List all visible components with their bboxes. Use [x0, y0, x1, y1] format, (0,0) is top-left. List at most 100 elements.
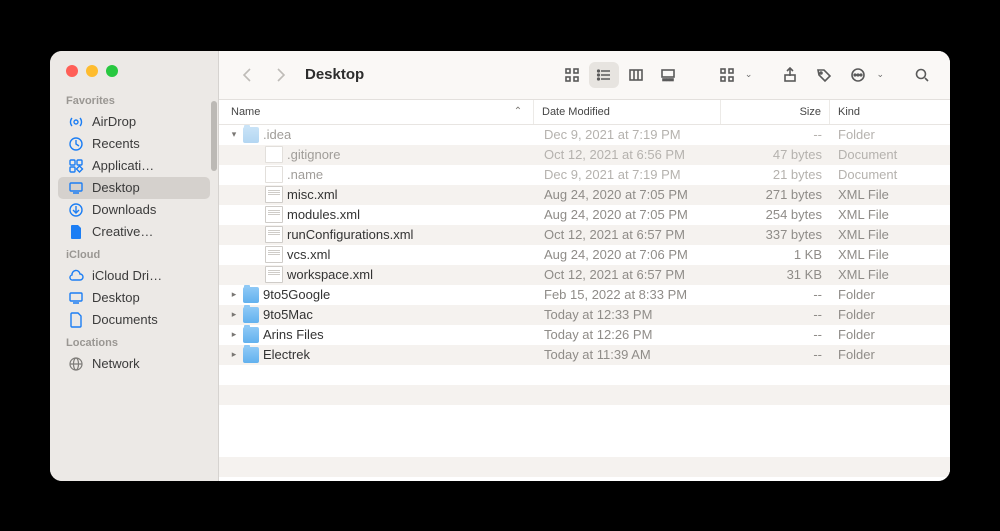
search-button[interactable] [908, 62, 936, 88]
docfill-icon [68, 224, 84, 240]
sidebar-item-icloud-documents[interactable]: Documents [58, 309, 210, 331]
file-name: workspace.xml [287, 267, 373, 282]
sidebar-scrollbar[interactable] [211, 101, 217, 171]
tags-button[interactable] [810, 62, 838, 88]
sidebar-item-network[interactable]: Network [58, 353, 210, 375]
view-gallery-button[interactable] [653, 62, 683, 88]
file-row[interactable]: workspace.xmlOct 12, 2021 at 6:57 PM31 K… [219, 265, 950, 285]
action-menu-chevron-icon: ⌄ [876, 69, 884, 80]
sidebar-item-label: AirDrop [92, 114, 136, 129]
desktop-icon [68, 290, 84, 306]
file-size: -- [722, 127, 830, 142]
folder-icon [243, 287, 259, 303]
empty-row [219, 405, 950, 425]
sidebar-item-label: Recents [92, 136, 140, 151]
file-row[interactable]: ▸9to5MacToday at 12:33 PM--Folder [219, 305, 950, 325]
sidebar-item-label: Creative… [92, 224, 153, 239]
file-date: Aug 24, 2020 at 7:06 PM [536, 247, 722, 262]
empty-row [219, 457, 950, 477]
columns-header: Name ⌃ Date Modified Size Kind [219, 100, 950, 125]
file-kind: Document [830, 167, 950, 182]
group-by-chevron-icon: ⌄ [745, 69, 753, 80]
sort-ascending-icon: ⌃ [511, 106, 525, 117]
xml-file-icon [265, 206, 283, 223]
xml-file-icon [265, 186, 283, 203]
desktop-icon [68, 180, 84, 196]
xml-file-icon [265, 246, 283, 263]
file-row[interactable]: ▸9to5GoogleFeb 15, 2022 at 8:33 PM--Fold… [219, 285, 950, 305]
column-name[interactable]: Name ⌃ [219, 100, 534, 124]
file-kind: Folder [830, 127, 950, 142]
view-columns-button[interactable] [621, 62, 651, 88]
airdrop-icon [68, 114, 84, 130]
file-row[interactable]: modules.xmlAug 24, 2020 at 7:05 PM254 by… [219, 205, 950, 225]
file-date: Aug 24, 2020 at 7:05 PM [536, 207, 722, 222]
view-icons-button[interactable] [557, 62, 587, 88]
file-date: Oct 12, 2021 at 6:57 PM [536, 227, 722, 242]
sidebar-item-applications[interactable]: Applicati… [58, 155, 210, 177]
sidebar-item-icloud-drive[interactable]: iCloud Dri… [58, 265, 210, 287]
nav-forward-button[interactable] [267, 62, 295, 88]
sidebar-item-airdrop[interactable]: AirDrop [58, 111, 210, 133]
file-size: 21 bytes [722, 167, 830, 182]
sidebar-section-title: iCloud [50, 243, 218, 265]
file-date: Aug 24, 2020 at 7:05 PM [536, 187, 722, 202]
sidebar-item-label: iCloud Dri… [92, 268, 162, 283]
disclosure-triangle[interactable]: ▸ [229, 309, 239, 320]
sidebar-item-recents[interactable]: Recents [58, 133, 210, 155]
file-kind: XML File [830, 187, 950, 202]
download-icon [68, 202, 84, 218]
view-list-button[interactable] [589, 62, 619, 88]
file-name: 9to5Google [263, 287, 330, 302]
file-name: 9to5Mac [263, 307, 313, 322]
action-menu-button[interactable] [844, 62, 872, 88]
file-date: Today at 11:39 AM [536, 347, 722, 362]
zoom-button[interactable] [106, 65, 118, 77]
file-kind: Folder [830, 327, 950, 342]
file-row[interactable]: ▾.ideaDec 9, 2021 at 7:19 PM--Folder [219, 125, 950, 145]
file-row[interactable]: .nameDec 9, 2021 at 7:19 PM21 bytesDocum… [219, 165, 950, 185]
apps-icon [68, 158, 84, 174]
file-row[interactable]: ▸ElectrekToday at 11:39 AM--Folder [219, 345, 950, 365]
toolbar: Desktop ⌄ [219, 51, 950, 100]
empty-row [219, 365, 950, 385]
sidebar-item-downloads[interactable]: Downloads [58, 199, 210, 221]
empty-row [219, 437, 950, 457]
file-row[interactable]: misc.xmlAug 24, 2020 at 7:05 PM271 bytes… [219, 185, 950, 205]
folder-icon [243, 127, 259, 143]
main-area: Desktop ⌄ [219, 51, 950, 481]
disclosure-triangle[interactable]: ▸ [229, 349, 239, 360]
sidebar-item-label: Network [92, 356, 140, 371]
file-row[interactable]: .gitignoreOct 12, 2021 at 6:56 PM47 byte… [219, 145, 950, 165]
column-kind[interactable]: Kind [830, 100, 950, 124]
sidebar-item-icloud-desktop[interactable]: Desktop [58, 287, 210, 309]
group-by-button[interactable] [713, 62, 741, 88]
column-size[interactable]: Size [721, 100, 830, 124]
file-name: runConfigurations.xml [287, 227, 413, 242]
file-size: -- [722, 307, 830, 322]
file-row[interactable]: ▸Arins FilesToday at 12:26 PM--Folder [219, 325, 950, 345]
nav-back-button[interactable] [233, 62, 261, 88]
sidebar-item-desktop[interactable]: Desktop [58, 177, 210, 199]
disclosure-triangle[interactable]: ▸ [229, 329, 239, 340]
document-icon [265, 166, 283, 183]
folder-icon [243, 327, 259, 343]
file-row[interactable]: runConfigurations.xml Oct 12, 2021 at 6:5… [219, 225, 950, 245]
disclosure-triangle[interactable]: ▾ [229, 129, 239, 140]
close-button[interactable] [66, 65, 78, 77]
cloud-icon [68, 268, 84, 284]
file-row[interactable]: vcs.xmlAug 24, 2020 at 7:06 PM1 KBXML Fi… [219, 245, 950, 265]
file-list[interactable]: ▾.ideaDec 9, 2021 at 7:19 PM--Folder.git… [219, 125, 950, 481]
empty-row [219, 425, 950, 437]
sidebar-item-creative[interactable]: Creative… [58, 221, 210, 243]
file-size: 31 KB [722, 267, 830, 282]
file-date: Feb 15, 2022 at 8:33 PM [536, 287, 722, 302]
disclosure-triangle[interactable]: ▸ [229, 289, 239, 300]
folder-icon [243, 347, 259, 363]
file-kind: XML File [830, 267, 950, 282]
minimize-button[interactable] [86, 65, 98, 77]
share-button[interactable] [776, 62, 804, 88]
view-switch [557, 62, 683, 88]
column-date[interactable]: Date Modified [534, 100, 721, 124]
file-size: 254 bytes [722, 207, 830, 222]
